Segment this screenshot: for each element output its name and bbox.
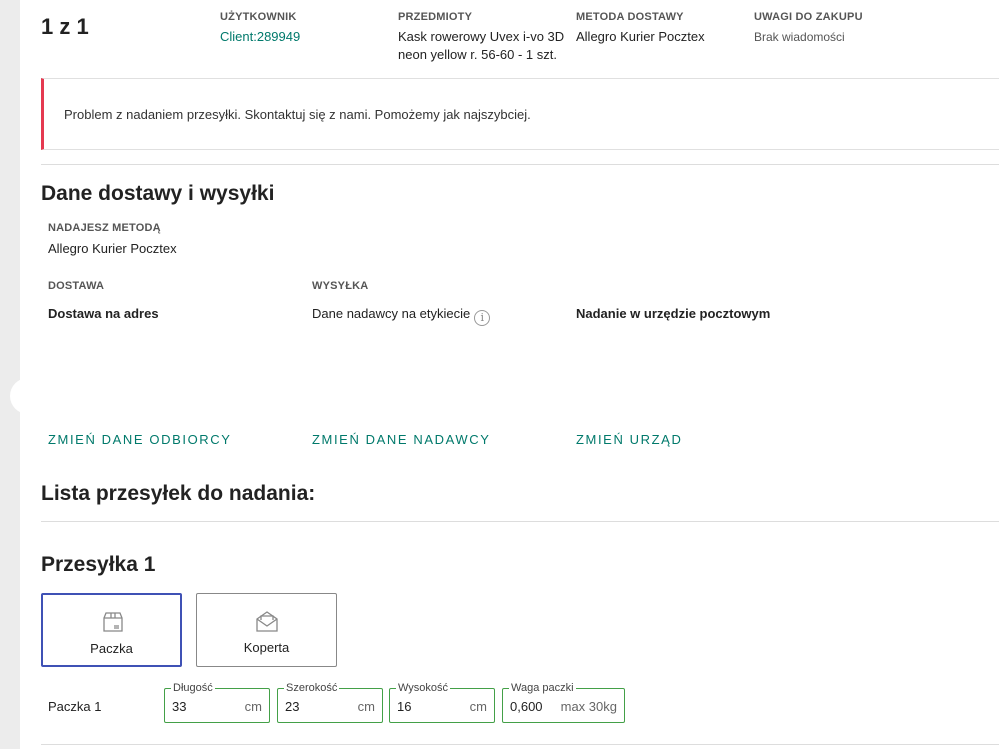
- box-icon: [103, 612, 123, 632]
- item-name-line1: Kask rowerowy Uvex i-vo 3D: [398, 29, 565, 44]
- width-value[interactable]: 23: [285, 699, 299, 714]
- post-office-value: Nadanie w urzędzie pocztowym: [576, 306, 771, 321]
- item-name-line2: neon yellow r. 56-60 - 1 szt.: [398, 47, 557, 62]
- items-label: PRZEDMIOTY: [398, 11, 473, 23]
- weight-unit: max 30kg: [560, 699, 617, 714]
- order-details-panel: 1 z 1 UŻYTKOWNIK Client:289949 PRZEDMIOT…: [20, 0, 999, 749]
- height-field[interactable]: Wysokość 16 cm: [389, 681, 495, 723]
- length-value[interactable]: 33: [172, 699, 186, 714]
- height-label: Wysokość: [396, 681, 451, 695]
- height-unit: cm: [469, 699, 487, 714]
- weight-value[interactable]: 0,600: [510, 699, 543, 714]
- alert-message: Problem z nadaniem przesyłki. Skontaktuj…: [64, 107, 531, 122]
- change-office-button[interactable]: ZMIEŃ URZĄD: [576, 432, 682, 447]
- parcel-type-label: Koperta: [243, 640, 290, 655]
- delivery-value: Dostawa na adres: [48, 306, 159, 321]
- user-label: UŻYTKOWNIK: [220, 11, 297, 23]
- dispatch-label: WYSYŁKA: [312, 280, 369, 292]
- info-icon[interactable]: i: [474, 310, 491, 326]
- change-recipient-button[interactable]: ZMIEŃ DANE ODBIORCY: [48, 432, 232, 447]
- dispatch-value-text: Dane nadawcy na etykiecie: [312, 306, 471, 321]
- length-label: Długość: [171, 681, 215, 695]
- weight-label: Waga paczki: [509, 681, 576, 695]
- divider: [41, 164, 999, 165]
- weight-field[interactable]: Waga paczki 0,600 max 30kg: [502, 681, 625, 723]
- delivery-label: DOSTAWA: [48, 280, 105, 292]
- width-field[interactable]: Szerokość 23 cm: [277, 681, 383, 723]
- sending-method-label: NADAJESZ METODĄ: [48, 222, 161, 234]
- parcel-type-label: Paczka: [90, 641, 133, 656]
- delivery-method-value: Allegro Kurier Pocztex: [576, 29, 705, 44]
- purchase-notes-label: UWAGI DO ZAKUPU: [754, 11, 863, 23]
- divider: [41, 744, 999, 745]
- parcel-row-label: Paczka 1: [48, 699, 102, 714]
- divider: [41, 521, 999, 522]
- user-link[interactable]: Client:289949: [220, 28, 300, 46]
- height-value[interactable]: 16: [397, 699, 411, 714]
- order-counter: 1 z 1: [41, 14, 89, 39]
- parcel-list-title: Lista przesyłek do nadania:: [41, 482, 316, 505]
- parcel-type-envelope-option[interactable]: Koperta: [196, 593, 337, 667]
- purchase-notes-value: Brak wiadomości: [754, 30, 845, 44]
- length-unit: cm: [244, 699, 262, 714]
- parcel-type-box-option[interactable]: Paczka: [41, 593, 182, 667]
- delivery-method-label: METODA DOSTAWY: [576, 11, 684, 23]
- shipment-error-alert: Problem z nadaniem przesyłki. Skontaktuj…: [41, 78, 999, 150]
- parcel-title: Przesyłka 1: [41, 553, 156, 576]
- dispatch-value: Dane nadawcy na etykiecie i: [312, 305, 491, 326]
- envelope-icon: [256, 611, 278, 632]
- length-field[interactable]: Długość 33 cm: [164, 681, 270, 723]
- width-label: Szerokość: [284, 681, 340, 695]
- change-sender-button[interactable]: ZMIEŃ DANE NADAWCY: [312, 432, 491, 447]
- panel-drag-handle[interactable]: [10, 378, 46, 414]
- sending-method-value: Allegro Kurier Pocztex: [48, 241, 177, 256]
- width-unit: cm: [357, 699, 375, 714]
- shipping-section-title: Dane dostawy i wysyłki: [41, 182, 275, 205]
